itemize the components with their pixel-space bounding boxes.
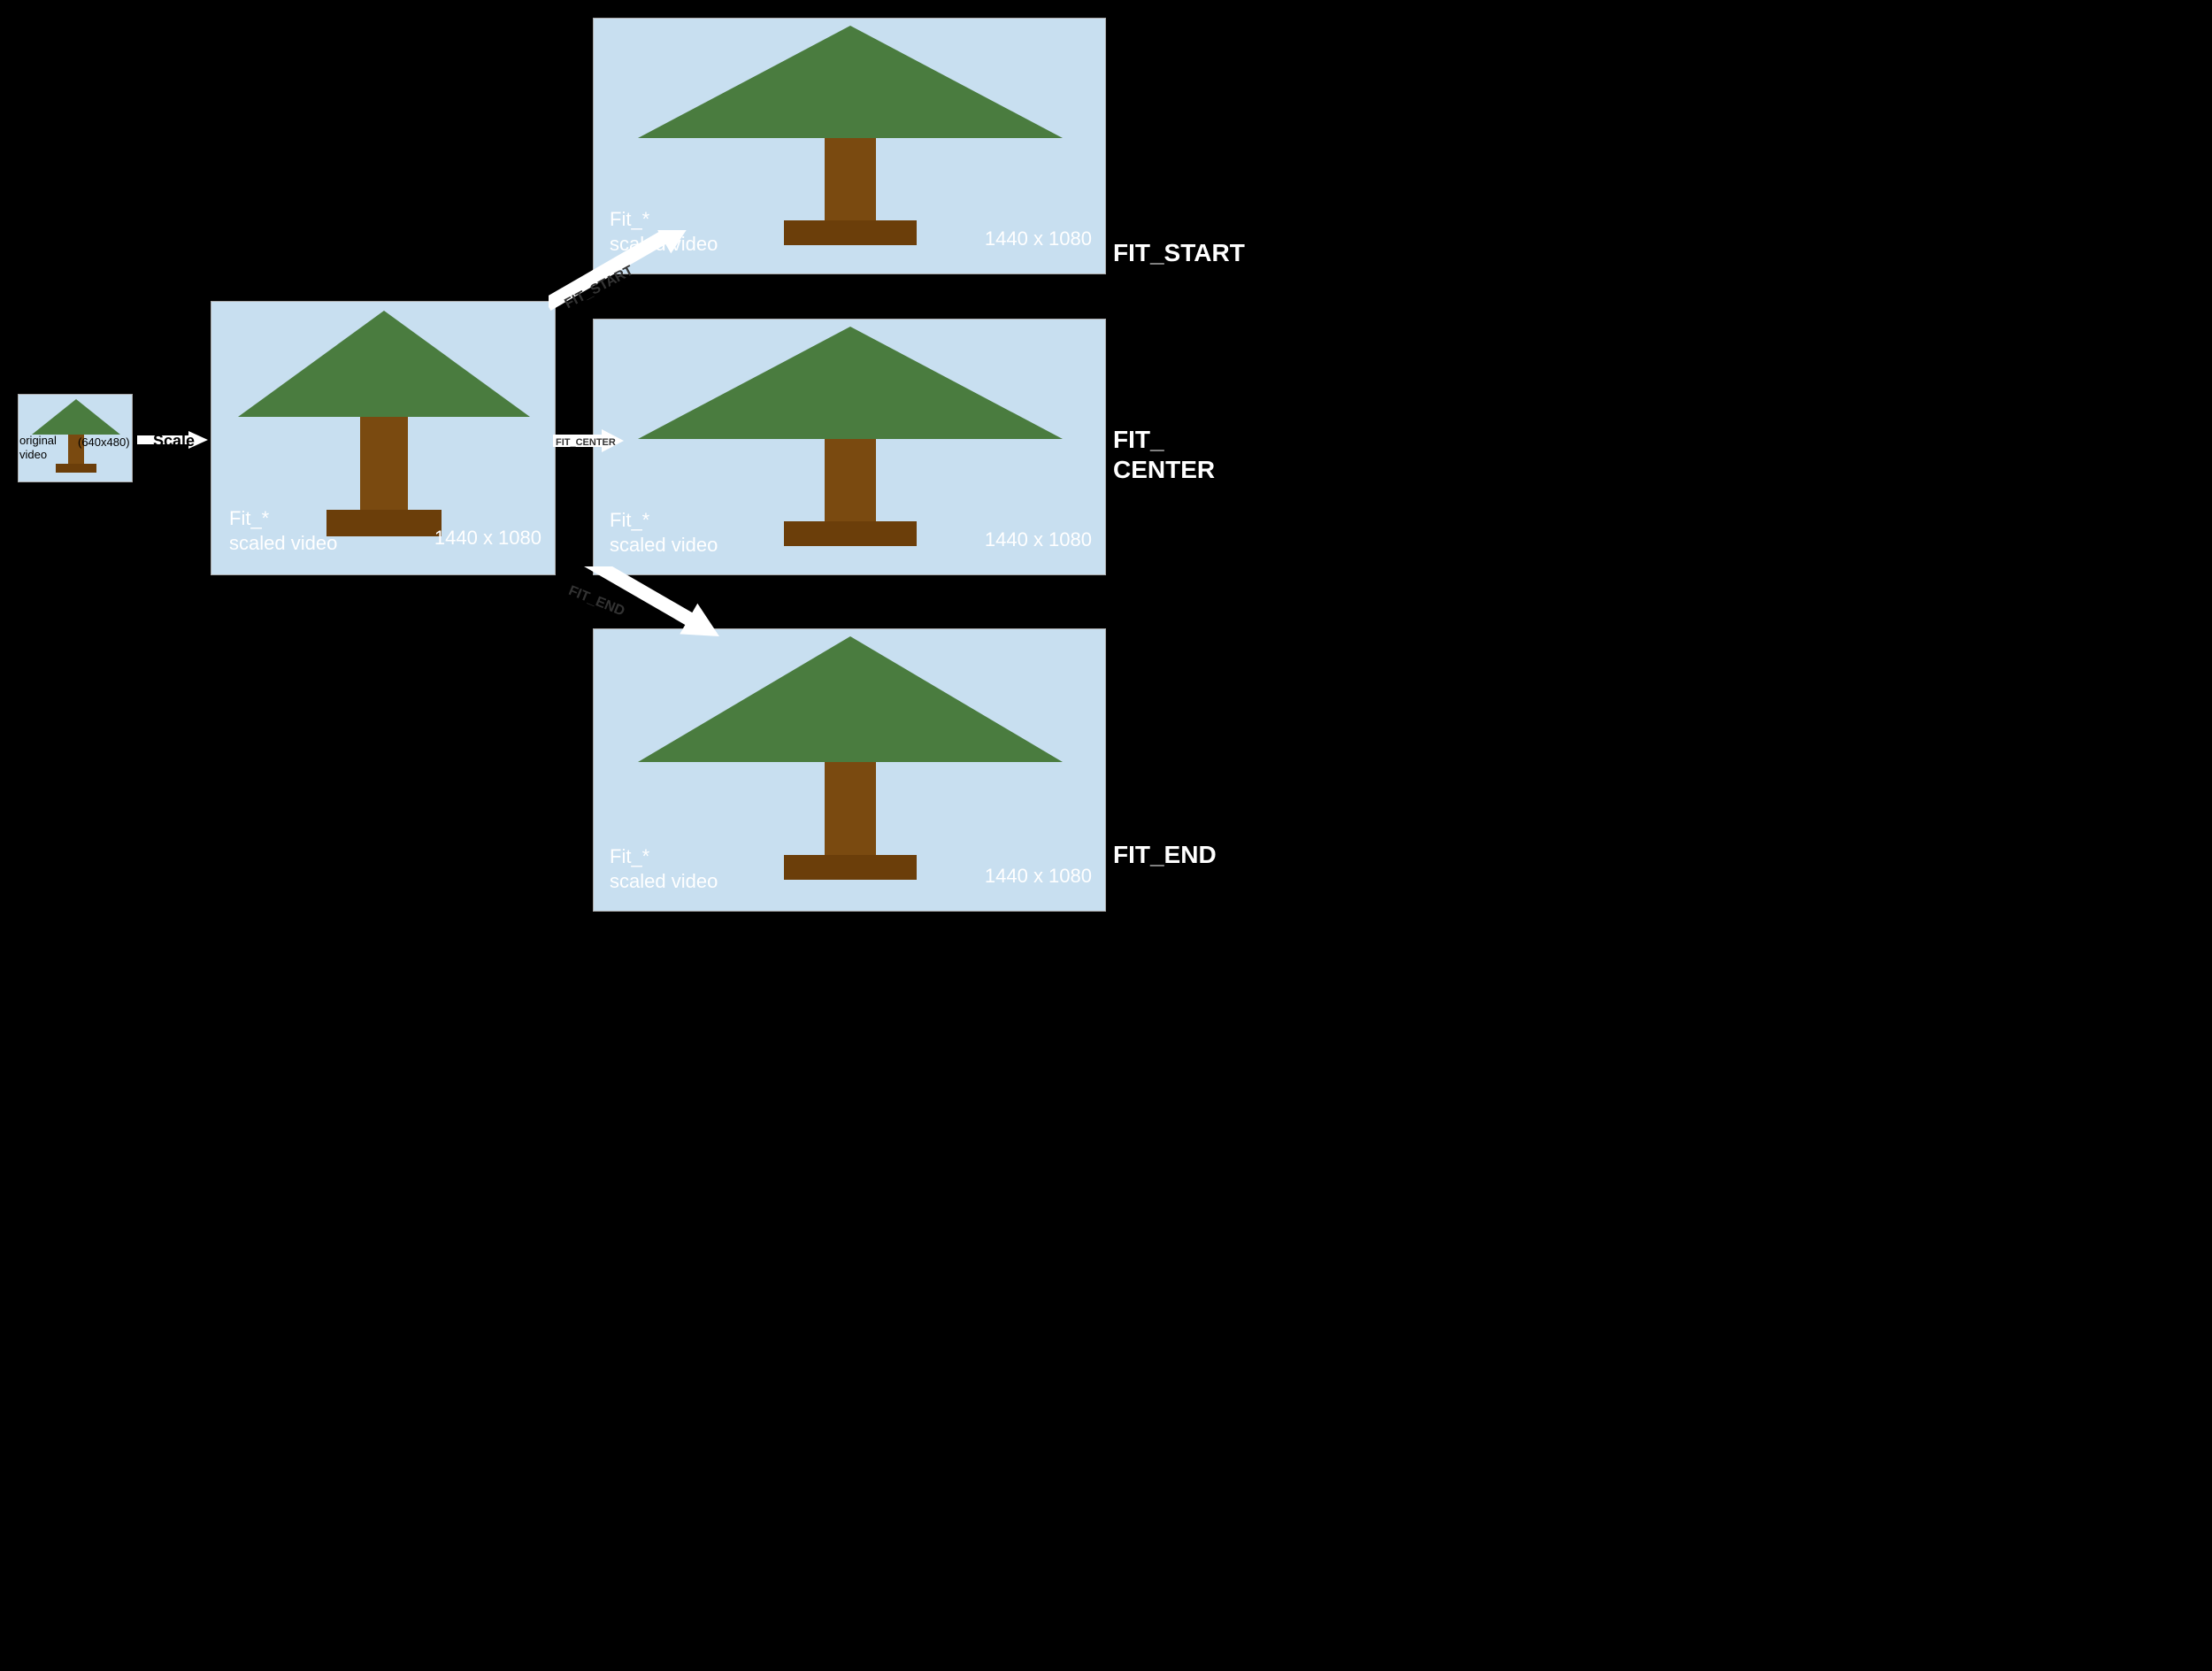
scale-label: Scale	[153, 432, 195, 450]
original-video-size: (640x480)	[78, 435, 130, 449]
fit-end-label: FIT_END	[1113, 841, 1217, 869]
svg-text:FIT_END: FIT_END	[566, 583, 626, 620]
fit-center-label: FIT_CENTER	[1113, 425, 1215, 484]
fit-start-arrow: FIT_START	[549, 230, 726, 336]
fit-end-arrow: FIT_END	[549, 566, 726, 673]
fit-start-label: FIT_START	[1113, 239, 1245, 267]
fit-center-arrow: FIT_CENTER	[553, 427, 624, 454]
svg-text:FIT_CENTER: FIT_CENTER	[556, 437, 616, 448]
scaled-video-frame: Fit_*scaled video 1440 x 1080	[211, 301, 556, 575]
original-video-label: original video	[19, 434, 57, 461]
fit-center-frame: Fit_*scaled video 1440 x 1080	[593, 319, 1106, 575]
diagram-container: original video (640x480) Scale Fit_*scal…	[0, 0, 2212, 1671]
